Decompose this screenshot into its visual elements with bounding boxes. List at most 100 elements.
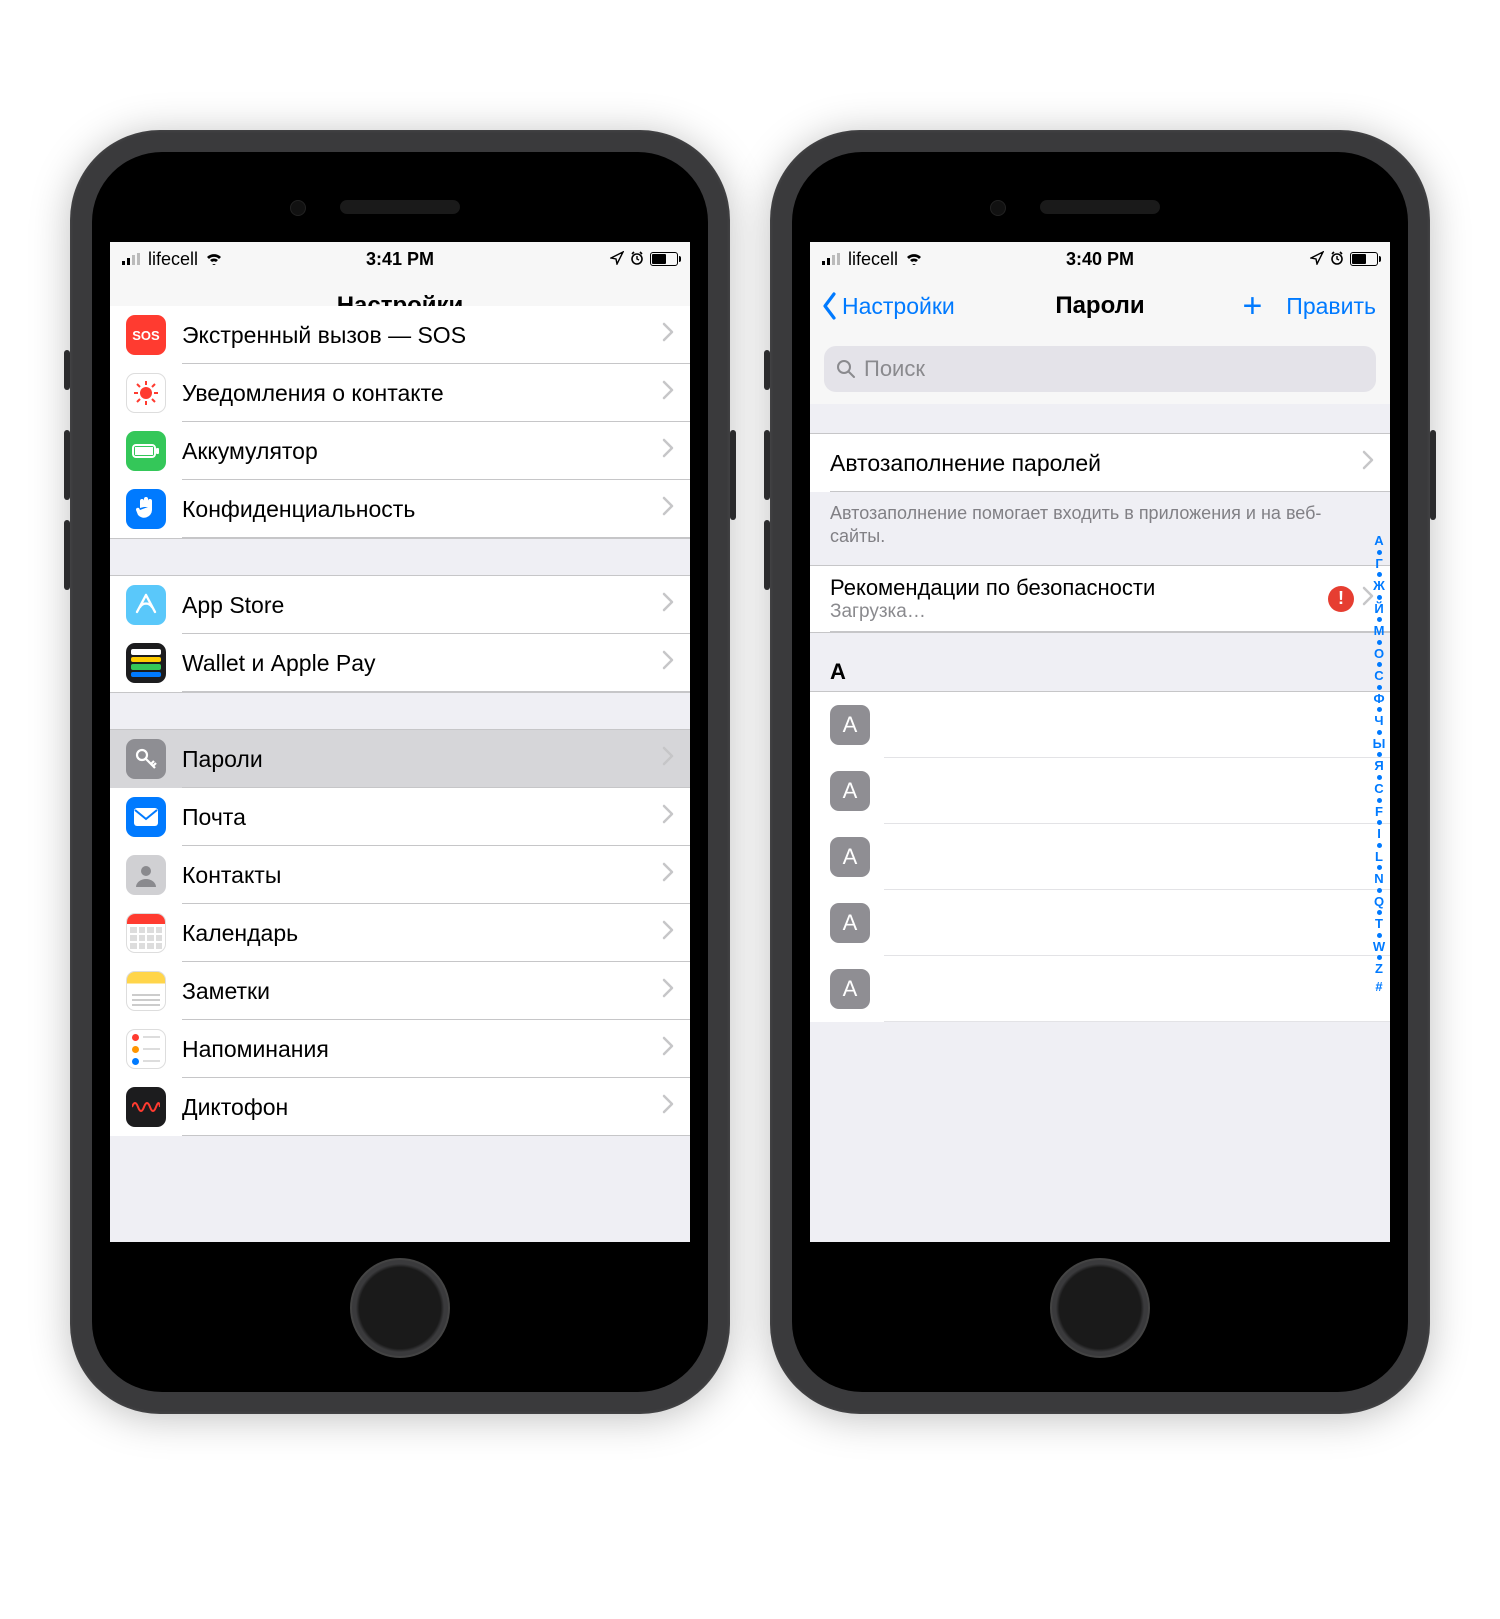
index-letter[interactable]: Q	[1374, 893, 1384, 911]
phone-body: lifecell 3:41 PM	[92, 152, 708, 1392]
index-letter[interactable]: С	[1374, 667, 1383, 685]
silent-switch[interactable]	[764, 350, 770, 390]
section-header-a: А	[810, 633, 1390, 691]
mail-icon	[126, 797, 166, 837]
status-bar: lifecell 3:41 PM	[110, 242, 690, 276]
appstore-icon	[126, 585, 166, 625]
clock: 3:41 PM	[366, 249, 434, 270]
row-battery[interactable]: Аккумулятор	[110, 422, 690, 480]
index-letter[interactable]: О	[1374, 645, 1384, 663]
cellular-signal-icon	[122, 253, 142, 265]
volume-up-button[interactable]	[64, 430, 70, 500]
site-initial-icon: А	[830, 771, 870, 811]
row-label: Календарь	[182, 920, 662, 947]
row-label: Пароли	[182, 746, 662, 773]
index-letter[interactable]: Ж	[1373, 577, 1385, 595]
chevron-right-icon	[662, 650, 690, 676]
index-letter[interactable]: F	[1375, 803, 1383, 821]
index-letter[interactable]: Ф	[1373, 690, 1384, 708]
row-voice[interactable]: Диктофон	[110, 1078, 690, 1136]
row-label: Аккумулятор	[182, 438, 662, 465]
row-security-recs[interactable]: Рекомендации по безопасности Загрузка… !	[810, 566, 1390, 632]
calendar-icon	[126, 913, 166, 953]
volume-down-button[interactable]	[764, 520, 770, 590]
chevron-right-icon	[662, 978, 690, 1004]
index-letter[interactable]: N	[1374, 870, 1383, 888]
index-letter[interactable]: Ч	[1374, 712, 1383, 730]
row-privacy[interactable]: Конфиденциальность	[110, 480, 690, 538]
chevron-right-icon	[662, 496, 690, 522]
home-button[interactable]	[1050, 1258, 1150, 1358]
row-passwords[interactable]: Пароли	[110, 730, 690, 788]
row-label: Конфиденциальность	[182, 496, 662, 523]
screen-left: lifecell 3:41 PM	[110, 242, 690, 1242]
chevron-right-icon	[662, 1094, 690, 1120]
section-index[interactable]: АГЖЙМОСФЧЫЯCFILNQTWZ#	[1368, 532, 1390, 1234]
row-appstore[interactable]: App Store	[110, 576, 690, 634]
section-gap	[810, 404, 1390, 434]
row-mail[interactable]: Почта	[110, 788, 690, 846]
carrier-label: lifecell	[848, 249, 898, 270]
back-button[interactable]: Настройки	[822, 292, 955, 320]
hand-icon	[126, 489, 166, 529]
password-item[interactable]: А	[810, 758, 1390, 824]
front-camera	[990, 200, 1006, 216]
edit-button[interactable]: Править	[1286, 293, 1376, 320]
chevron-right-icon	[662, 592, 690, 618]
row-exposure[interactable]: Уведомления о контакте	[110, 364, 690, 422]
silent-switch[interactable]	[64, 350, 70, 390]
reminders-icon	[126, 1029, 166, 1069]
index-letter[interactable]: Z	[1375, 960, 1383, 978]
volume-up-button[interactable]	[764, 430, 770, 500]
screen-right: lifecell 3:40 PM Настр	[810, 242, 1390, 1242]
page-title: Пароли	[1055, 292, 1144, 320]
search-placeholder: Поиск	[864, 356, 925, 382]
power-button[interactable]	[730, 430, 736, 520]
search-input[interactable]: Поиск	[824, 346, 1376, 392]
row-label: App Store	[182, 592, 662, 619]
index-letter[interactable]: Я	[1374, 757, 1383, 775]
row-calendar[interactable]: Календарь	[110, 904, 690, 962]
security-sub: Загрузка…	[830, 601, 1328, 623]
row-sos[interactable]: SOSЭкстренный вызов — SOS	[110, 306, 690, 364]
location-icon	[610, 249, 624, 270]
row-label: Экстренный вызов — SOS	[182, 322, 662, 349]
index-letter[interactable]: Й	[1374, 600, 1383, 618]
password-item[interactable]: А	[810, 824, 1390, 890]
search-icon	[836, 359, 856, 379]
row-autofill[interactable]: Автозаполнение паролей	[810, 434, 1390, 492]
warning-badge-icon: !	[1328, 586, 1354, 612]
row-notes[interactable]: Заметки	[110, 962, 690, 1020]
index-letter[interactable]: А	[1374, 532, 1383, 550]
chevron-right-icon	[662, 746, 690, 772]
index-letter[interactable]: I	[1377, 825, 1381, 843]
index-letter[interactable]: Ы	[1373, 735, 1386, 753]
password-item[interactable]: А	[810, 956, 1390, 1022]
row-reminders[interactable]: Напоминания	[110, 1020, 690, 1078]
password-item[interactable]: А	[810, 890, 1390, 956]
index-letter[interactable]: Г	[1375, 555, 1382, 573]
password-item[interactable]: А	[810, 692, 1390, 758]
index-letter[interactable]: T	[1375, 915, 1383, 933]
row-wallet[interactable]: Wallet и Apple Pay	[110, 634, 690, 692]
index-letter[interactable]: C	[1374, 780, 1383, 798]
row-contacts[interactable]: Контакты	[110, 846, 690, 904]
index-letter[interactable]: W	[1373, 938, 1385, 956]
alarm-icon	[1330, 249, 1344, 270]
power-button[interactable]	[1430, 430, 1436, 520]
battery-icon	[126, 431, 166, 471]
row-label: Диктофон	[182, 1094, 662, 1121]
site-initial-icon: А	[830, 903, 870, 943]
index-letter[interactable]: М	[1374, 622, 1385, 640]
chevron-right-icon	[1362, 450, 1390, 476]
front-camera	[290, 200, 306, 216]
earpiece-speaker	[1040, 200, 1160, 214]
index-letter[interactable]: #	[1375, 978, 1382, 996]
nav-bar: Настройки Пароли + Править	[810, 276, 1390, 336]
add-button[interactable]: +	[1242, 289, 1262, 323]
chevron-right-icon	[662, 1036, 690, 1062]
index-letter[interactable]: L	[1375, 848, 1383, 866]
search-section: Поиск	[810, 336, 1390, 404]
volume-down-button[interactable]	[64, 520, 70, 590]
home-button[interactable]	[350, 1258, 450, 1358]
